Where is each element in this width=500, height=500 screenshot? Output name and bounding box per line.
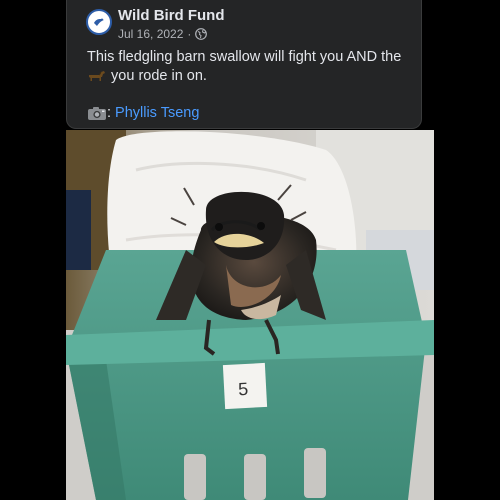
camera-icon: [88, 106, 106, 120]
photo-credit: : Phyllis Tseng: [87, 105, 199, 121]
box-label: 5: [238, 379, 249, 399]
globe-icon[interactable]: [195, 28, 208, 40]
post-date[interactable]: Jul 16, 2022: [118, 27, 183, 41]
photographer-link[interactable]: Phyllis Tseng: [115, 105, 199, 121]
page-name-link[interactable]: Wild Bird Fund: [118, 7, 225, 24]
post-meta: Jul 16, 2022 ·: [118, 27, 208, 41]
horse-icon: [89, 71, 105, 82]
fledgling-swallow-photo: 5: [66, 130, 434, 500]
post-text-part-2: you rode in on.: [111, 68, 207, 84]
post-text-part-1: This fledgling barn swallow will fight y…: [87, 49, 402, 65]
meta-separator: ·: [187, 27, 192, 41]
wild-bird-fund-logo-icon: [89, 12, 109, 32]
post-text: This fledgling barn swallow will fight y…: [87, 48, 417, 86]
page-avatar[interactable]: [86, 9, 112, 35]
credit-separator: :: [107, 105, 112, 121]
post-photo[interactable]: 5: [66, 130, 434, 500]
